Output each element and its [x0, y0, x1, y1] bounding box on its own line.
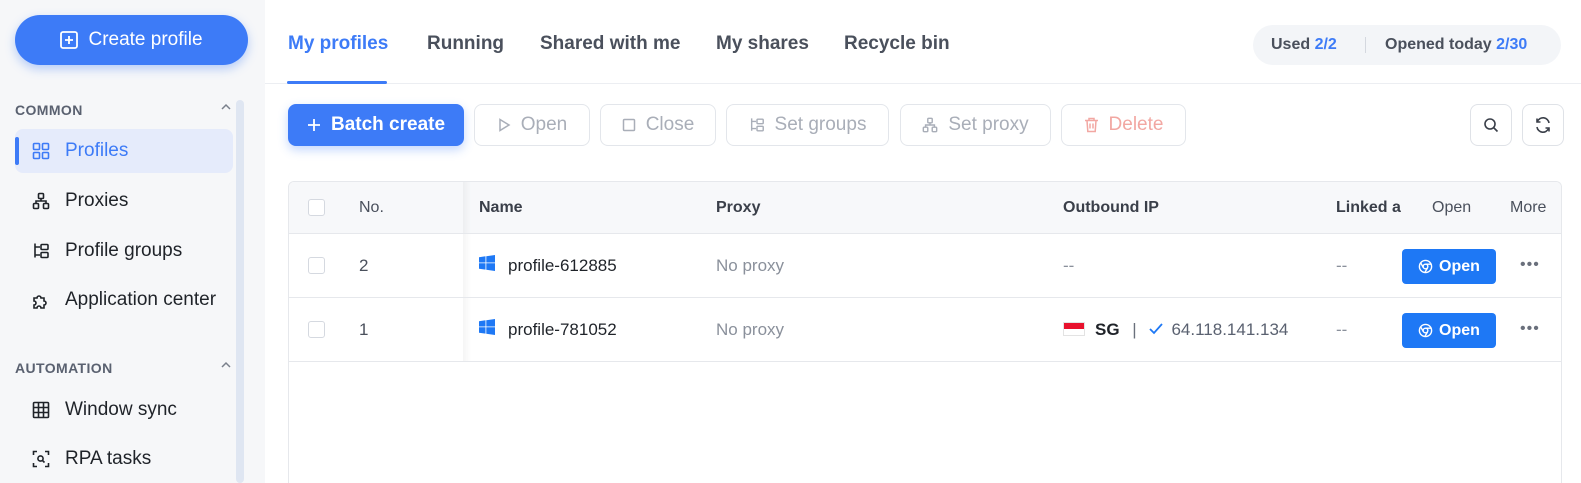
ip-separator: | [1132, 320, 1137, 339]
chevron-up-icon [220, 358, 232, 374]
profile-name[interactable]: profile-781052 [508, 320, 617, 340]
set-proxy-button[interactable]: Set proxy [900, 104, 1051, 146]
outbound-ip-value: -- [1063, 256, 1075, 275]
row-number: 2 [359, 256, 369, 275]
stop-icon [622, 118, 635, 132]
table-row[interactable]: 2 profile-612885 No proxy -- -- Open ••• [289, 234, 1561, 298]
row-open-button[interactable]: Open [1402, 313, 1496, 348]
sidebar-item-application-center[interactable]: Application center [15, 278, 233, 322]
chrome-icon [1418, 323, 1433, 338]
header-open: Open [1428, 199, 1476, 217]
ip-address: 64.118.141.134 [1171, 320, 1289, 339]
grid-icon [31, 141, 51, 161]
used-stat: Used 2/2 [1271, 36, 1337, 53]
tree-icon [31, 241, 51, 261]
row-checkbox[interactable] [308, 257, 325, 274]
trash-icon [1084, 117, 1098, 133]
create-profile-button[interactable]: Create profile [15, 15, 248, 65]
sidebar-item-profiles[interactable]: Profiles [15, 129, 233, 173]
column-divider [463, 182, 471, 233]
linked-value: -- [1336, 320, 1348, 339]
sidebar-item-label: Profile groups [65, 240, 183, 261]
set-groups-button[interactable]: Set groups [726, 104, 889, 146]
chrome-icon [1418, 259, 1433, 274]
country-code: SG [1095, 320, 1120, 339]
search-icon [1484, 118, 1499, 133]
header-name[interactable]: Name [479, 199, 523, 217]
header-proxy[interactable]: Proxy [716, 199, 760, 217]
sidebar: Create profile COMMON Profiles Proxies P… [0, 0, 265, 483]
more-options-icon[interactable]: ••• [1520, 320, 1540, 338]
puzzle-icon [31, 290, 51, 310]
profiles-table: No. Name Proxy Outbound IP Linked a Open… [288, 181, 1562, 483]
table-row[interactable]: 1 profile-781052 No proxy SG | 64.118.14… [289, 298, 1561, 362]
sidebar-scrollbar[interactable] [236, 100, 244, 483]
tree-icon [750, 118, 764, 132]
sidebar-item-label: Window sync [65, 399, 177, 420]
chevron-up-icon [220, 100, 232, 116]
opened-today-stat: Opened today 2/30 [1385, 36, 1528, 53]
plus-square-icon [60, 31, 79, 49]
tab-recycle-bin[interactable]: Recycle bin [844, 33, 950, 55]
proxy-value: No proxy [716, 256, 785, 275]
network-icon [922, 117, 938, 133]
table-header: No. Name Proxy Outbound IP Linked a Open… [289, 182, 1561, 234]
header-no[interactable]: No. [359, 199, 384, 217]
plus-icon [307, 119, 320, 131]
column-divider [463, 234, 471, 297]
create-profile-label: Create profile [88, 29, 203, 50]
batch-create-button[interactable]: Batch create [288, 104, 464, 146]
header-linked[interactable]: Linked a [1336, 199, 1401, 217]
outbound-ip-info: SG | 64.118.141.134 [1063, 320, 1288, 340]
sidebar-item-rpa-tasks[interactable]: RPA tasks [15, 437, 233, 481]
usage-stats: Used 2/2 Opened today 2/30 [1253, 25, 1561, 65]
search-button[interactable] [1470, 104, 1512, 146]
singapore-flag-icon [1063, 322, 1085, 336]
scan-icon [31, 449, 51, 469]
open-button[interactable]: Open [474, 104, 590, 146]
sidebar-item-proxies[interactable]: Proxies [15, 179, 233, 223]
tab-shared-with-me[interactable]: Shared with me [540, 33, 680, 55]
tab-my-profiles[interactable]: My profiles [288, 33, 388, 55]
play-icon [499, 118, 511, 132]
active-tab-indicator [287, 81, 387, 84]
more-options-icon[interactable]: ••• [1520, 256, 1540, 274]
tab-running[interactable]: Running [427, 33, 504, 55]
profile-name[interactable]: profile-612885 [508, 256, 617, 276]
header-more: More [1510, 199, 1547, 216]
sidebar-item-label: Application center [65, 289, 217, 310]
refresh-button[interactable] [1522, 104, 1564, 146]
proxy-value: No proxy [716, 320, 785, 339]
sidebar-item-profile-groups[interactable]: Profile groups [15, 229, 233, 273]
network-icon [31, 191, 51, 211]
close-button[interactable]: Close [600, 104, 716, 146]
header-outbound-ip[interactable]: Outbound IP [1063, 199, 1159, 217]
sidebar-item-label: RPA tasks [65, 448, 152, 469]
sidebar-item-label: Proxies [65, 190, 129, 211]
tab-my-shares[interactable]: My shares [716, 33, 809, 55]
section-automation[interactable]: AUTOMATION [15, 360, 231, 376]
windows-icon [479, 319, 495, 340]
sidebar-item-window-sync[interactable]: Window sync [15, 388, 233, 432]
delete-button[interactable]: Delete [1061, 104, 1186, 146]
sidebar-item-label: Profiles [65, 140, 129, 161]
stats-divider [1365, 37, 1366, 53]
tab-bar: My profiles Running Shared with me My sh… [265, 0, 1581, 84]
refresh-icon [1536, 117, 1550, 133]
table-grid-icon [31, 400, 51, 420]
row-open-button[interactable]: Open [1402, 249, 1496, 284]
linked-value: -- [1336, 256, 1348, 275]
windows-icon [479, 255, 495, 276]
row-number: 1 [359, 320, 369, 339]
check-icon [1149, 323, 1164, 335]
select-all-checkbox[interactable] [308, 199, 325, 216]
section-common[interactable]: COMMON [15, 102, 231, 118]
row-checkbox[interactable] [308, 321, 325, 338]
column-divider [463, 298, 471, 361]
